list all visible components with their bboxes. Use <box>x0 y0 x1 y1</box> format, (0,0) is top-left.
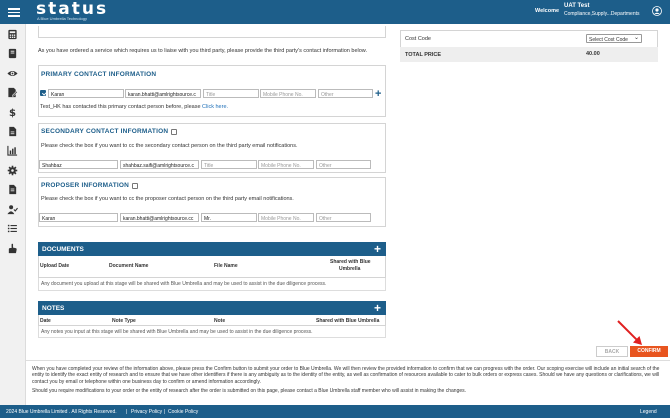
secondary-email-input[interactable]: shahbaz.saifi@amlrightsource.c <box>120 160 199 169</box>
primary-email-input[interactable]: karan.bhatti@amlrightsource.c <box>125 89 201 98</box>
proposer-cc-checkbox[interactable] <box>132 183 138 189</box>
secondary-other-input[interactable]: Other <box>316 160 371 169</box>
footer-separator-2: | <box>164 409 166 415</box>
secondary-cc-checkbox[interactable] <box>171 129 177 135</box>
hamburger-menu-icon[interactable] <box>8 6 20 18</box>
file-icon[interactable] <box>7 184 18 195</box>
proposer-email-input[interactable]: karan.bhatti@amlrightsource.cc <box>120 213 199 222</box>
svg-text:$: $ <box>9 108 16 118</box>
footer-separator-1: | <box>126 409 128 415</box>
secondary-title-input[interactable]: Title <box>201 160 257 169</box>
divider <box>26 360 670 361</box>
list-icon[interactable] <box>7 223 18 234</box>
confirm-button[interactable]: CONFIRM <box>630 346 668 357</box>
secondary-contact-title: SECONDARY CONTACT INFORMATION <box>41 128 169 135</box>
document-icon[interactable] <box>7 126 18 137</box>
secondary-instruction: Please check the box if you want to cc t… <box>41 143 298 149</box>
gear-icon[interactable] <box>7 165 18 176</box>
proposer-instruction: Please check the box if you want to cc t… <box>41 196 294 202</box>
documents-col-document-name: Document Name <box>109 263 149 269</box>
info-paragraph-1: When you have completed your review of t… <box>32 366 660 385</box>
notes-col-date: Date <box>40 318 51 324</box>
footer-copyright: 2024 Blue Umbrella Limited . All Rights … <box>6 409 117 415</box>
primary-phone-input[interactable]: Mobile Phone No. <box>260 89 316 98</box>
add-document-plus-icon[interactable]: + <box>374 243 381 255</box>
dollar-icon[interactable]: $ <box>7 107 18 118</box>
notes-header: NOTES + <box>38 301 386 315</box>
intro-text: As you have ordered a service which requ… <box>38 48 367 54</box>
top-bar: status A Blue Umbrella Technology Welcom… <box>0 0 670 24</box>
primary-title-input[interactable]: Title <box>203 89 259 98</box>
primary-contact-note: Test_HK has contacted this primary conta… <box>40 104 229 110</box>
total-price-label: TOTAL PRICE <box>405 52 442 58</box>
edit-document-icon[interactable] <box>7 87 18 98</box>
primary-other-input[interactable]: Other <box>318 89 373 98</box>
privacy-policy-link[interactable]: Privacy Policy <box>131 409 162 415</box>
notes-note: Any notes you input at this stage will b… <box>38 326 386 338</box>
primary-contact-title: PRIMARY CONTACT INFORMATION <box>41 71 157 78</box>
cost-code-label: Cost Code <box>405 36 431 42</box>
cost-code-select[interactable]: Select Cost Code <box>586 34 642 43</box>
primary-contact-checkbox[interactable] <box>40 90 46 96</box>
back-button[interactable]: BACK <box>596 346 628 357</box>
click-here-link[interactable]: Click here. <box>202 104 228 110</box>
primary-first-name-input[interactable]: Karan <box>48 89 124 98</box>
proposer-first-name-input[interactable]: Karan <box>39 213 118 222</box>
documents-col-shared-2: Umbrella <box>339 266 361 272</box>
user-name[interactable]: UAT Test <box>564 3 589 9</box>
calculator-icon[interactable] <box>7 29 18 40</box>
user-avatar-icon[interactable] <box>652 6 662 16</box>
legend-link[interactable]: Legend <box>640 409 657 415</box>
proposer-title-input[interactable]: Mr. <box>201 213 257 222</box>
notes-title: NOTES <box>42 305 65 312</box>
logo-tagline: A Blue Umbrella Technology <box>37 16 87 21</box>
documents-title: DOCUMENTS <box>42 246 84 253</box>
documents-col-upload-date: Upload Date <box>40 263 70 269</box>
info-paragraph-2: Should you require modifications to your… <box>32 388 467 395</box>
pointer-arrow-icon <box>617 320 642 345</box>
proposer-other-input[interactable]: Other <box>316 213 371 222</box>
documents-header: DOCUMENTS + <box>38 242 386 256</box>
add-note-plus-icon[interactable]: + <box>374 302 381 314</box>
previous-section-box <box>38 26 386 38</box>
proposer-phone-input[interactable]: Mobile Phone No. <box>258 213 314 222</box>
welcome-label: Welcome <box>535 8 560 14</box>
notes-col-note: Note <box>214 318 226 324</box>
eye-icon[interactable] <box>7 68 18 79</box>
sidebar: $ <box>0 24 26 405</box>
secondary-phone-input[interactable]: Mobile Phone No. <box>258 160 314 169</box>
notes-col-shared: Shared with Blue Umbrella <box>316 318 380 324</box>
user-role: Compliance,Supply...Departments <box>564 11 640 17</box>
total-price-value: 40.00 <box>586 51 600 57</box>
documents-note: Any document you upload at this stage wi… <box>38 278 386 291</box>
footer: 2024 Blue Umbrella Limited . All Rights … <box>0 405 670 418</box>
book-icon[interactable] <box>7 48 18 59</box>
notes-col-note-type: Note Type <box>112 318 136 324</box>
info-text: When you have completed your review of t… <box>32 366 664 395</box>
secondary-first-name-input[interactable]: Shahbaz <box>39 160 118 169</box>
documents-col-shared-1: Shared with Blue <box>330 259 371 265</box>
hand-icon[interactable] <box>7 243 18 254</box>
cookie-policy-link[interactable]: Cookie Policy <box>168 409 198 415</box>
user-check-icon[interactable] <box>7 204 18 215</box>
proposer-title: PROPOSER INFORMATION <box>41 182 130 189</box>
bar-chart-icon[interactable] <box>7 145 18 156</box>
documents-col-file-name: File Name <box>214 263 238 269</box>
add-contact-plus-icon[interactable]: + <box>375 89 381 100</box>
